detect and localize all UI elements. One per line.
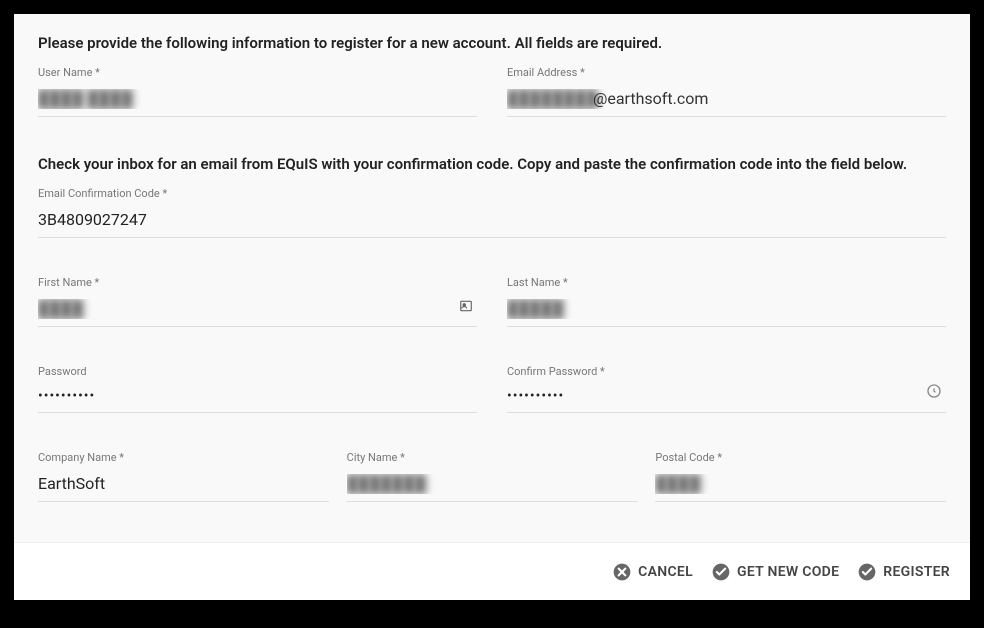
first-name-input[interactable] — [38, 295, 477, 327]
city-label: City Name * — [347, 451, 638, 464]
username-label: User Name * — [38, 66, 477, 79]
cancel-icon — [612, 562, 632, 582]
email-label: Email Address * — [507, 66, 946, 79]
check-icon — [857, 562, 877, 582]
registration-form: Please provide the following information… — [14, 14, 970, 600]
password-security-icon — [926, 383, 942, 403]
get-code-label: GET NEW CODE — [737, 564, 839, 580]
cancel-label: CANCEL — [638, 564, 693, 580]
confirm-password-input[interactable] — [507, 384, 946, 413]
confirmation-code-input[interactable] — [38, 206, 946, 238]
postal-label: Postal Code * — [655, 451, 946, 464]
first-name-label: First Name * — [38, 276, 477, 289]
last-name-input[interactable] — [507, 295, 946, 327]
field-email: Email Address * @earthsoft.com — [507, 66, 946, 117]
field-username: User Name * — [38, 66, 477, 117]
field-company: Company Name * — [38, 451, 329, 502]
field-password: Password — [38, 365, 477, 413]
action-bar: CANCEL GET NEW CODE REGISTER — [14, 542, 970, 600]
password-label: Password — [38, 365, 477, 378]
email-input[interactable] — [507, 85, 946, 117]
cancel-button[interactable]: CANCEL — [612, 562, 693, 582]
field-last-name: Last Name * — [507, 276, 946, 327]
main-heading: Please provide the following information… — [38, 34, 946, 52]
field-confirm-password: Confirm Password * — [507, 365, 946, 413]
register-label: REGISTER — [883, 564, 950, 580]
city-input[interactable] — [347, 470, 638, 502]
check-icon — [711, 562, 731, 582]
get-new-code-button[interactable]: GET NEW CODE — [711, 562, 839, 582]
company-input[interactable] — [38, 470, 329, 502]
company-label: Company Name * — [38, 451, 329, 464]
confirm-password-label: Confirm Password * — [507, 365, 946, 378]
field-first-name: First Name * — [38, 276, 477, 327]
field-confirmation-code: Email Confirmation Code * — [38, 187, 946, 238]
password-input[interactable] — [38, 384, 477, 413]
username-input[interactable] — [38, 85, 477, 117]
register-button[interactable]: REGISTER — [857, 562, 950, 582]
confirmation-code-label: Email Confirmation Code * — [38, 187, 946, 200]
field-city: City Name * — [347, 451, 638, 502]
confirmation-heading: Check your inbox for an email from EQuIS… — [38, 155, 946, 173]
postal-input[interactable] — [655, 470, 946, 502]
contact-card-icon — [459, 298, 473, 317]
field-postal: Postal Code * — [655, 451, 946, 502]
last-name-label: Last Name * — [507, 276, 946, 289]
